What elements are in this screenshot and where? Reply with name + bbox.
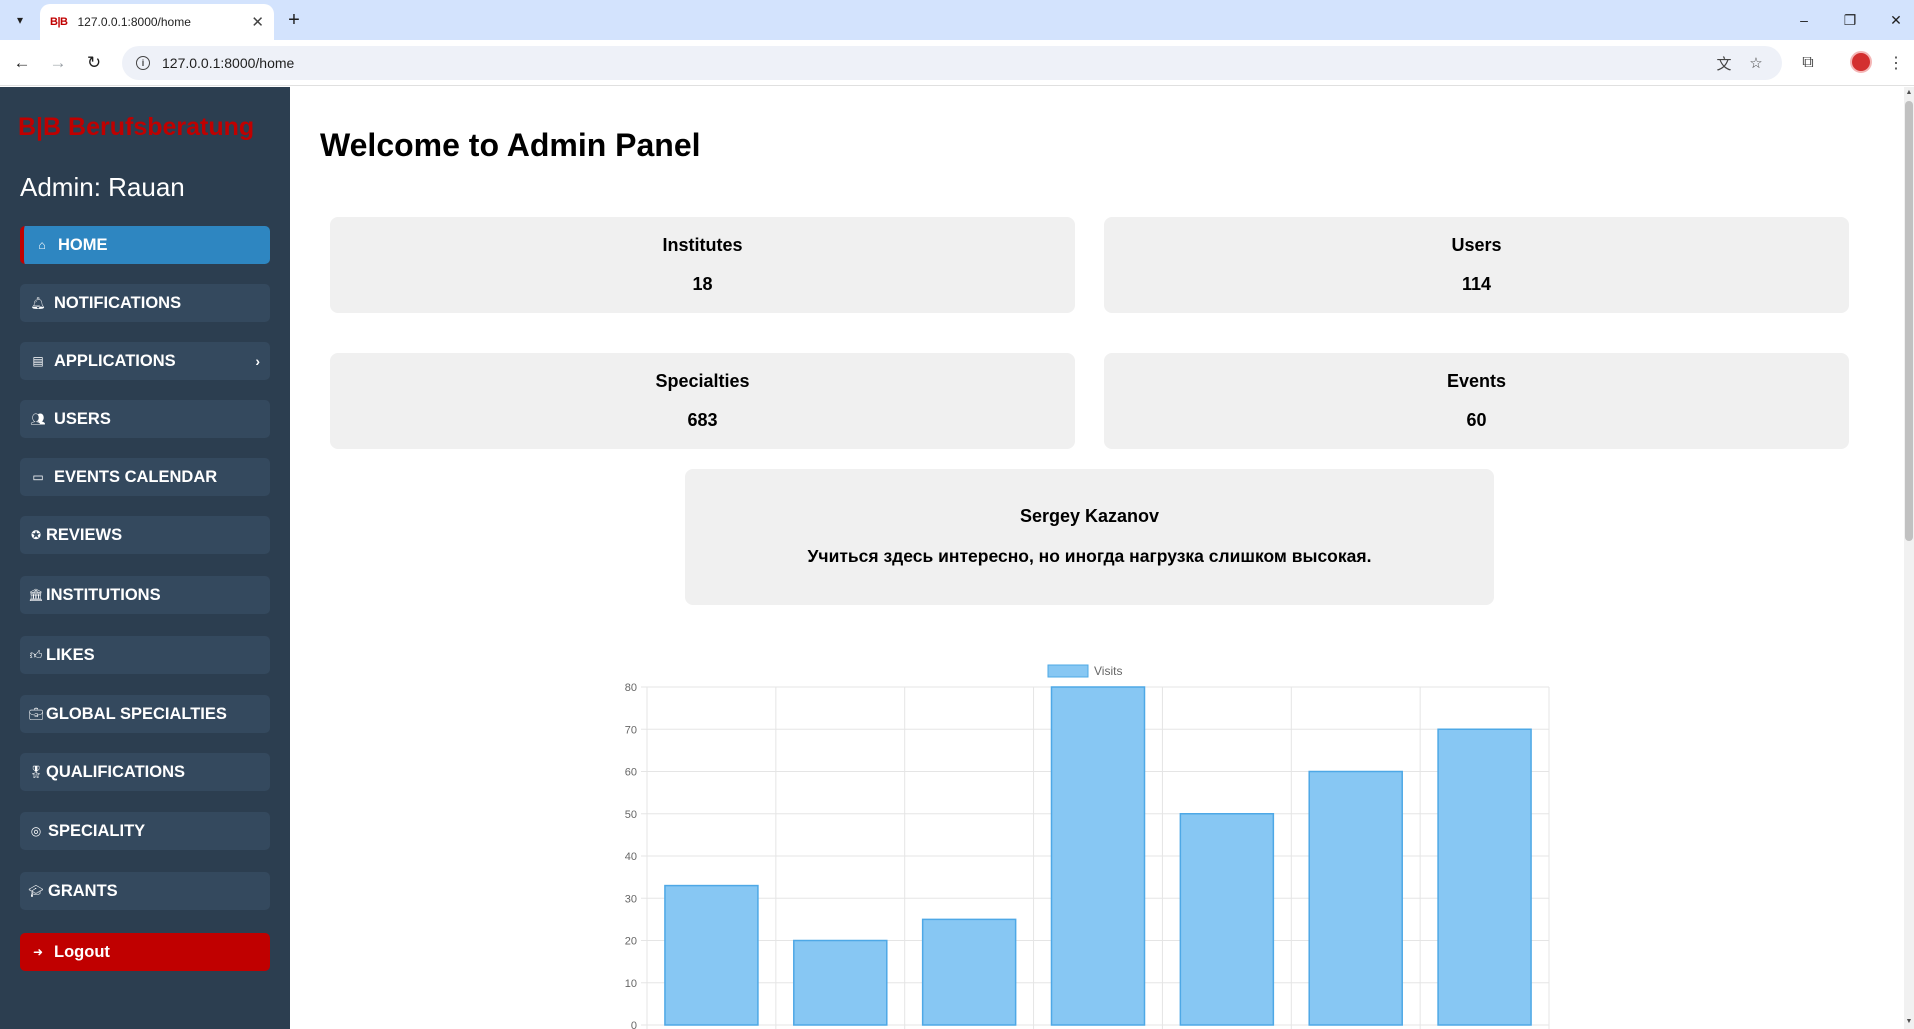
institution-icon: 🏛︎	[28, 588, 44, 602]
browser-tab-bar: ▾ B|B 127.0.0.1:8000/home ✕ + – ❐ ✕	[0, 0, 1914, 40]
sidebar-item-label: APPLICATIONS	[54, 351, 176, 370]
sidebar-item-qualifications[interactable]: 🎖︎ QUALIFICATIONS	[20, 753, 270, 791]
tab-title: 127.0.0.1:8000/home	[77, 15, 191, 29]
profile-avatar[interactable]	[1850, 51, 1872, 73]
sidebar-item-label: SPECIALITY	[48, 821, 146, 840]
users-icon: 👥︎	[30, 412, 46, 426]
tab-close-icon[interactable]: ✕	[251, 13, 264, 31]
address-bar[interactable]: i 127.0.0.1:8000/home 文 ☆	[122, 46, 1782, 80]
legend-label: Visits	[1094, 664, 1122, 678]
y-tick-label: 0	[631, 1020, 637, 1029]
main-content: Welcome to Admin Panel Institutes 18 Use…	[290, 87, 1904, 1029]
admin-label: Admin: Rauan	[20, 172, 185, 202]
forward-arrow-icon[interactable]: →	[46, 51, 70, 75]
bar-visits	[1437, 728, 1532, 1026]
bar-visits	[664, 884, 759, 1026]
sidebar-item-label: QUALIFICATIONS	[46, 762, 186, 781]
brand-logo[interactable]: B|B Berufsberatung	[18, 113, 254, 142]
bar-visits	[921, 918, 1017, 1026]
logout-label: Logout	[54, 942, 110, 961]
briefcase-icon: 💼︎	[28, 707, 44, 721]
y-tick-label: 40	[625, 851, 637, 863]
page-scrollbar[interactable]: ▲ ▼	[1904, 87, 1914, 1029]
bell-icon: 🔔︎	[30, 296, 46, 310]
bar-visits	[1179, 813, 1275, 1026]
sidebar: B|B Berufsberatung Admin: Rauan ⌂ HOME 🔔…	[0, 87, 290, 1029]
tab-favicon: B|B	[50, 16, 68, 28]
sidebar-item-notifications[interactable]: 🔔︎ NOTIFICATIONS	[20, 284, 270, 322]
sidebar-item-label: GRANTS	[48, 881, 118, 900]
sidebar-item-grants[interactable]: 🎓︎ GRANTS	[20, 872, 270, 910]
extensions-puzzle-icon[interactable]: ⧉	[1796, 51, 1820, 75]
y-tick-label: 70	[625, 724, 637, 736]
translate-icon[interactable]: 文	[1712, 51, 1736, 75]
sidebar-item-speciality[interactable]: ◎ SPECIALITY	[20, 812, 270, 850]
sidebar-item-likes[interactable]: 👍︎ LIKES	[20, 636, 270, 674]
new-tab-plus-icon[interactable]: +	[282, 8, 306, 32]
sidebar-item-home[interactable]: ⌂ HOME	[20, 226, 270, 264]
y-tick-label: 50	[625, 809, 637, 821]
sidebar-item-label: EVENTS CALENDAR	[54, 467, 218, 486]
sidebar-item-label: INSTITUTIONS	[46, 585, 161, 604]
scroll-up-arrow-icon[interactable]: ▲	[1905, 88, 1913, 98]
applications-icon: ▤	[32, 354, 44, 368]
sidebar-item-global-specialties[interactable]: 💼︎ GLOBAL SPECIALTIES	[20, 695, 270, 733]
browser-toolbar: ← → ↻ i 127.0.0.1:8000/home 文 ☆ ⧉ ⋮	[0, 40, 1914, 86]
site-info-icon[interactable]: i	[136, 56, 150, 70]
logout-icon: ➜	[32, 945, 44, 959]
chevron-right-icon: ›	[255, 353, 260, 369]
sidebar-item-label: LIKES	[46, 645, 95, 664]
sidebar-item-label: NOTIFICATIONS	[54, 293, 182, 312]
speciality-icon: ◎	[30, 824, 42, 838]
y-tick-label: 60	[625, 767, 637, 779]
kebab-menu-icon[interactable]: ⋮	[1884, 51, 1908, 75]
calendar-icon: ▭	[32, 470, 44, 484]
bookmark-star-icon[interactable]: ☆	[1744, 51, 1768, 75]
sidebar-item-users[interactable]: 👥︎ USERS	[20, 400, 270, 438]
award-icon: 🎖︎	[28, 765, 44, 779]
logout-button[interactable]: ➜ Logout	[20, 933, 270, 971]
legend-swatch	[1047, 664, 1089, 678]
sidebar-item-events-calendar[interactable]: ▭ EVENTS CALENDAR	[20, 458, 270, 496]
bar-visits	[793, 939, 888, 1026]
home-icon: ⌂	[38, 238, 46, 252]
browser-tab[interactable]: B|B 127.0.0.1:8000/home ✕	[40, 4, 274, 40]
bar-visits	[1308, 770, 1403, 1026]
bar-visits	[1050, 686, 1146, 1026]
address-url[interactable]: 127.0.0.1:8000/home	[162, 55, 1704, 71]
sidebar-item-institutions[interactable]: 🏛︎ INSTITUTIONS	[20, 576, 270, 614]
star-circle-icon: ✪	[30, 528, 42, 542]
sidebar-item-label: USERS	[54, 409, 111, 428]
thumbs-up-icon: 👍︎	[29, 647, 43, 662]
back-arrow-icon[interactable]: ←	[10, 51, 34, 75]
y-tick-label: 20	[625, 936, 637, 948]
y-tick-label: 30	[625, 893, 637, 905]
sidebar-item-label: REVIEWS	[46, 525, 123, 544]
y-tick-label: 10	[625, 978, 637, 990]
sidebar-item-applications[interactable]: ▤ APPLICATIONS ›	[20, 342, 270, 380]
tab-search-chevron-down-icon[interactable]: ▾	[8, 8, 32, 32]
restore-icon[interactable]: ❐	[1838, 8, 1862, 32]
window-close-icon[interactable]: ✕	[1884, 8, 1908, 32]
sidebar-item-label: GLOBAL SPECIALTIES	[46, 704, 227, 723]
sidebar-item-label: HOME	[58, 235, 108, 254]
sidebar-item-reviews[interactable]: ✪ REVIEWS	[20, 516, 270, 554]
visits-bar-chart: 0 10 20 30 40 50 60 70 80 Visits	[625, 664, 1550, 1029]
scroll-down-arrow-icon[interactable]: ▼	[1905, 1017, 1913, 1027]
y-tick-label: 80	[625, 682, 637, 694]
grant-icon: 🎓︎	[28, 884, 44, 898]
scrollbar-thumb[interactable]	[1905, 101, 1913, 541]
reload-icon[interactable]: ↻	[82, 51, 106, 75]
minimize-icon[interactable]: –	[1792, 8, 1816, 32]
